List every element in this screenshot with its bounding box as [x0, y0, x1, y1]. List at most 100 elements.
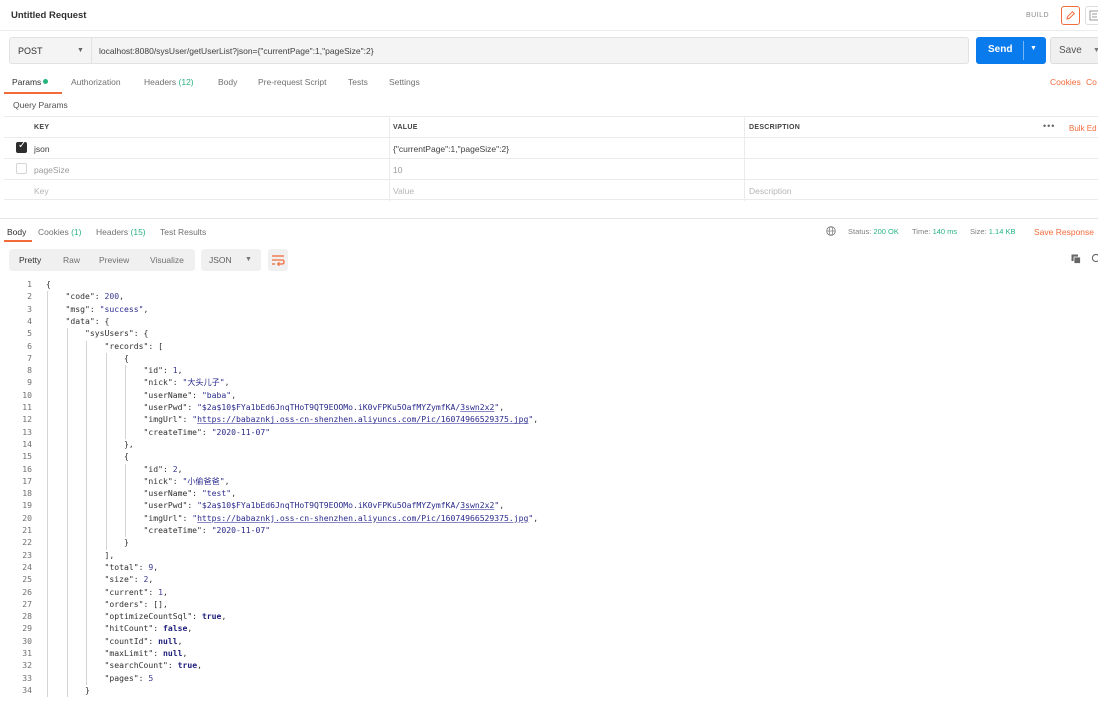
- code-link[interactable]: Co: [1086, 77, 1097, 87]
- chevron-down-icon[interactable]: ▼: [77, 47, 84, 54]
- document-icon: [1089, 10, 1098, 21]
- tab-settings[interactable]: Settings: [389, 77, 420, 87]
- new-key-input[interactable]: Key: [34, 186, 49, 196]
- tab-response-headers[interactable]: Headers (15): [96, 227, 146, 237]
- search-icon[interactable]: [1091, 253, 1098, 265]
- column-divider: [744, 117, 745, 138]
- column-divider: [744, 138, 745, 159]
- line-number: 12: [22, 414, 32, 425]
- edit-button[interactable]: [1061, 6, 1080, 25]
- params-active-dot: [43, 79, 49, 84]
- tab-authorization[interactable]: Authorization: [71, 77, 121, 87]
- format-label: JSON: [209, 255, 232, 265]
- line-number: 26: [22, 586, 32, 597]
- pane-divider[interactable]: [0, 218, 1098, 219]
- tab-response-body[interactable]: Body: [7, 227, 26, 237]
- size-readout[interactable]: Size: 1.14 KB: [970, 227, 1015, 236]
- more-options-icon[interactable]: •••: [1043, 121, 1055, 131]
- chevron-down-icon: ▼: [245, 256, 252, 263]
- column-header-description: DESCRIPTION: [749, 124, 801, 131]
- line-number: 5: [27, 328, 32, 339]
- save-response-button[interactable]: Save Response: [1034, 227, 1094, 237]
- code-line: 30 "countId": null,: [0, 636, 1098, 648]
- time-readout[interactable]: Time: 140 ms: [912, 227, 957, 236]
- table-row: pageSize 10: [4, 158, 1098, 180]
- tab-params[interactable]: Params: [12, 77, 49, 87]
- tab-tests[interactable]: Tests: [348, 77, 368, 87]
- code-line: 6 "records": [: [0, 341, 1098, 353]
- line-number: 23: [22, 549, 32, 560]
- cookies-link[interactable]: Cookies: [1050, 77, 1081, 87]
- save-label: Save: [1059, 45, 1082, 56]
- param-value[interactable]: 10: [393, 165, 402, 175]
- line-number: 24: [22, 561, 32, 572]
- globe-icon[interactable]: [826, 226, 836, 236]
- code-line: 8 "id": 1,: [0, 365, 1098, 377]
- param-key[interactable]: pageSize: [34, 165, 69, 175]
- tab-test-results[interactable]: Test Results: [160, 227, 206, 237]
- chevron-down-icon[interactable]: ▼: [1030, 45, 1037, 52]
- view-pretty-button[interactable]: Pretty: [19, 255, 41, 265]
- code-line: 34 }: [0, 685, 1098, 697]
- view-preview-button[interactable]: Preview: [99, 255, 129, 265]
- code-line: 13 "createTime": "2020-11-07": [0, 427, 1098, 439]
- code-text: "userPwd": "$2a$10$FYa1bEd6JnqTHoT9QT9EO…: [46, 402, 505, 412]
- request-title[interactable]: Untitled Request: [11, 10, 86, 21]
- new-description-input[interactable]: Description: [749, 186, 792, 196]
- divider: [1023, 41, 1024, 60]
- title-bar: Untitled Request BUILD: [0, 0, 1098, 31]
- code-text: "total": 9,: [46, 561, 159, 572]
- url-input[interactable]: localhost:8080/sysUser/getUserList?json=…: [99, 46, 374, 56]
- column-divider: [744, 180, 745, 201]
- line-number: 34: [22, 684, 32, 695]
- build-mode-label[interactable]: BUILD: [1026, 12, 1049, 19]
- divider: [91, 38, 92, 63]
- code-line: 21 "createTime": "2020-11-07": [0, 525, 1098, 537]
- param-checkbox[interactable]: [16, 163, 27, 174]
- copy-icon[interactable]: [1071, 254, 1081, 264]
- method-select[interactable]: POST: [18, 46, 43, 56]
- column-divider: [744, 159, 745, 180]
- code-line: 2 "code": 200,: [0, 291, 1098, 303]
- line-number: 18: [22, 488, 32, 499]
- response-body-viewer[interactable]: 1{2 "code": 200, 3 "msg": "success", 4 "da…: [0, 278, 1098, 704]
- param-checkbox[interactable]: ✓: [16, 140, 27, 153]
- line-number: 6: [27, 340, 32, 351]
- line-number: 22: [22, 537, 32, 548]
- tab-headers[interactable]: Headers (12): [144, 77, 194, 87]
- code-text: {: [46, 279, 51, 289]
- wrap-lines-button[interactable]: [268, 249, 288, 271]
- table-row: ✓ json {"currentPage":1,"pageSize":2}: [4, 137, 1098, 159]
- code-text: {: [46, 352, 129, 363]
- indent-guide: [125, 365, 127, 439]
- save-button[interactable]: Save ▼: [1050, 37, 1098, 64]
- column-divider: [389, 159, 390, 180]
- column-header-value: VALUE: [393, 124, 418, 131]
- status-readout[interactable]: Status: 200 OK: [848, 227, 899, 236]
- format-select[interactable]: JSON ▼: [201, 249, 261, 271]
- bulk-edit-link[interactable]: Bulk Ed: [1069, 124, 1097, 133]
- view-raw-button[interactable]: Raw: [63, 255, 80, 265]
- line-number: 20: [22, 512, 32, 523]
- param-value[interactable]: {"currentPage":1,"pageSize":2}: [393, 144, 509, 154]
- line-number: 29: [22, 623, 32, 634]
- documentation-button[interactable]: [1085, 6, 1098, 25]
- column-header-key: KEY: [34, 124, 50, 131]
- tab-prerequest-script[interactable]: Pre-request Script: [258, 77, 327, 87]
- tab-body[interactable]: Body: [218, 77, 237, 87]
- new-value-input[interactable]: Value: [393, 186, 414, 196]
- line-number: 25: [22, 574, 32, 585]
- line-number: 2: [27, 291, 32, 302]
- send-button[interactable]: Send ▼: [976, 37, 1046, 64]
- view-visualize-button[interactable]: Visualize: [150, 255, 184, 265]
- code-line: 10 "userName": "baba",: [0, 390, 1098, 402]
- code-line: 24 "total": 9,: [0, 562, 1098, 574]
- param-key[interactable]: json: [34, 144, 50, 154]
- table-row-new: Key Value Description: [4, 179, 1098, 201]
- code-line: 18 "userName": "test",: [0, 488, 1098, 500]
- chevron-down-icon[interactable]: ▼: [1093, 47, 1098, 54]
- column-divider: [389, 138, 390, 159]
- code-line: 17 "nick": "小偷爸爸",: [0, 476, 1098, 488]
- line-number: 14: [22, 438, 32, 449]
- tab-response-cookies[interactable]: Cookies (1): [38, 227, 81, 237]
